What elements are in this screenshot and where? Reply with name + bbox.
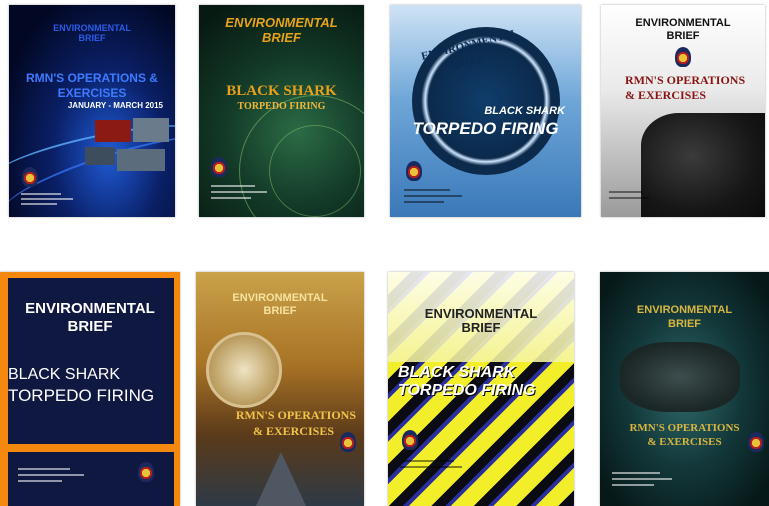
fine-print	[18, 480, 62, 482]
cover-headline: RMN'S OPERATIONS	[629, 422, 740, 434]
fine-print	[211, 185, 255, 187]
cover-headline: BLACK SHARK	[8, 366, 121, 383]
helmet-photo	[620, 342, 740, 412]
cover-subtitle: JANUARY - MARCH 2015	[67, 101, 163, 110]
cover-title: BRIEF	[67, 318, 113, 335]
cover-headline: TORPEDO FIRING	[237, 101, 326, 112]
cover-title: ENVIRONMENTAL	[635, 17, 731, 29]
cover-headline: & EXERCISES	[625, 88, 707, 102]
fine-print	[612, 484, 654, 486]
cover-black-shark-3[interactable]: ENVIRONMENTAL BRIEF BLACK SHARK TORPEDO …	[0, 272, 180, 506]
cover-headline: RMN'S OPERATIONS & EXERCISES	[26, 71, 158, 100]
cover-title: ENVIRONMENTAL	[424, 306, 538, 321]
fine-print	[609, 191, 643, 193]
cover-headline: BLACK SHARK	[484, 105, 565, 117]
cover-title: ENVIRONMENTAL	[25, 300, 155, 317]
cover-headline: RMN'S OPERATIONS	[625, 73, 746, 87]
navy-crest-icon	[340, 432, 356, 452]
soldiers-photo	[641, 113, 765, 217]
photo-thumb	[117, 149, 165, 171]
fine-print	[612, 472, 660, 474]
cover-headline: BLACK SHARK	[226, 83, 337, 99]
fine-print	[609, 197, 649, 199]
navy-crest-icon	[138, 462, 154, 482]
fine-print	[404, 201, 444, 203]
cover-black-shark-4[interactable]: ENVIRONMENTAL BRIEF BLACK SHARK TORPEDO …	[388, 272, 574, 506]
cover-title: ENVIRONMENTAL	[232, 292, 328, 304]
cover-headline: TORPEDO FIRING	[412, 119, 559, 138]
navy-crest-icon	[211, 157, 227, 177]
fine-print	[21, 203, 57, 205]
cover-headline: BLACK SHARK	[398, 364, 516, 381]
fine-print	[18, 468, 70, 470]
cover-title: BRIEF	[461, 320, 501, 335]
cover-headline: & EXERCISES	[647, 436, 722, 448]
fine-print	[21, 198, 73, 200]
cover-rmn-operations-compass[interactable]: ENVIRONMENTAL BRIEF RMN'S OPERATIONS & E…	[196, 272, 364, 506]
fine-print	[400, 466, 462, 468]
photo-thumb	[95, 120, 131, 142]
fine-print	[211, 191, 267, 193]
cover-black-shark-1[interactable]: ENVIRONMENTAL BRIEF BLACK SHARK TORPEDO …	[199, 5, 364, 217]
navy-crest-icon	[22, 167, 38, 187]
fine-print	[21, 193, 61, 195]
cover-title: BRIEF	[666, 30, 700, 42]
navy-crest-icon	[406, 161, 422, 181]
photo-thumb	[85, 147, 115, 165]
fine-print	[404, 195, 462, 197]
fine-print	[400, 460, 454, 462]
cover-title: BRIEF	[668, 318, 701, 330]
cover-rmn-operations-2015[interactable]: ENVIRONMENTAL BRIEF RMN'S OPERATIONS & E…	[9, 5, 175, 217]
cover-rmn-operations-green[interactable]: ENVIRONMENTAL BRIEF RMN'S OPERATIONS & E…	[600, 272, 769, 506]
cover-black-shark-2[interactable]: ENVIRONMENTAL BRIEF BLACK SHARK TORPEDO …	[390, 5, 581, 217]
cover-title: ENVIRONMENTAL BRIEF	[53, 23, 131, 43]
fine-print	[211, 197, 251, 199]
cover-headline: RMN'S OPERATIONS	[235, 408, 356, 422]
fine-print	[18, 474, 84, 476]
navy-crest-icon	[748, 432, 764, 452]
navy-crest-icon	[675, 47, 691, 67]
cover-title: ENVIRONMENTAL	[636, 304, 733, 316]
cover-rmn-operations-soldiers[interactable]: ENVIRONMENTAL BRIEF RMN'S OPERATIONS & E…	[601, 5, 765, 217]
photo-thumb	[133, 118, 169, 142]
navy-crest-icon	[402, 430, 418, 450]
fine-print	[612, 478, 672, 480]
ship-bow	[256, 452, 306, 506]
cover-title: BRIEF	[263, 305, 297, 317]
compass-icon	[206, 332, 282, 408]
radar-ring	[269, 125, 361, 217]
cover-title: ENVIRONMENTAL BRIEF	[225, 15, 338, 45]
cover-headline: TORPEDO FIRING	[398, 382, 536, 399]
cover-headline: TORPEDO FIRING	[8, 386, 155, 405]
fine-print	[404, 189, 450, 191]
cover-headline: & EXERCISES	[252, 424, 334, 438]
